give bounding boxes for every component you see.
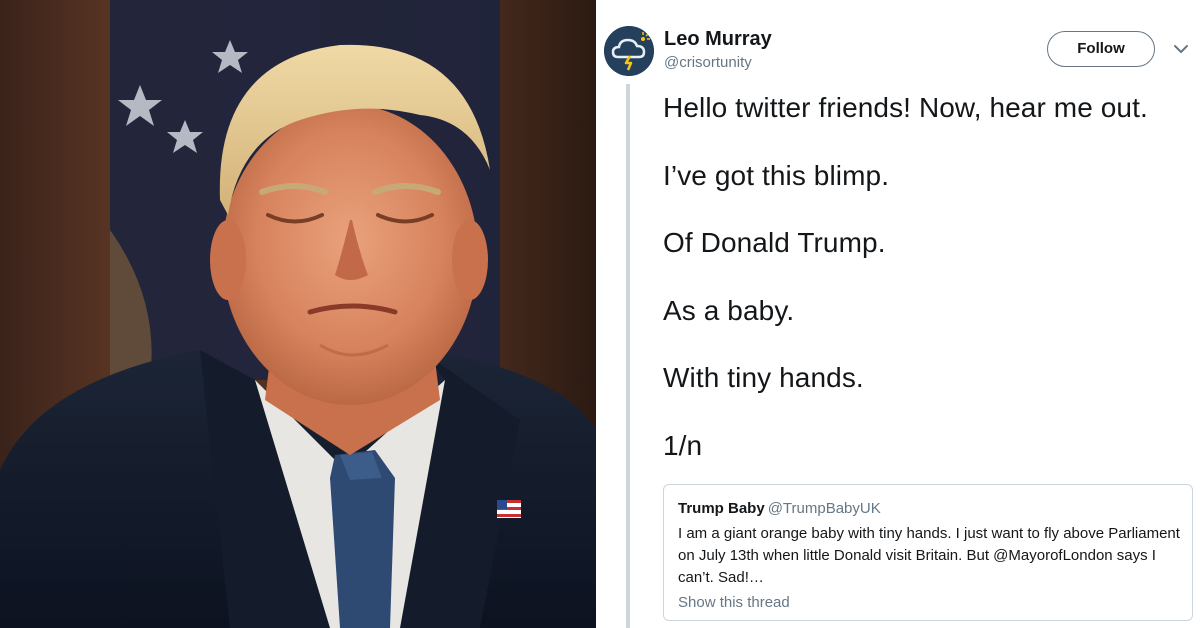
author-handle[interactable]: @crisortunity: [664, 54, 752, 71]
storm-cloud-icon: [604, 26, 654, 76]
flag-pin-icon: [497, 500, 521, 518]
tweet-text-line: 1/n: [663, 430, 703, 461]
follow-button[interactable]: Follow: [1047, 31, 1155, 67]
tweet-card: Leo Murray @crisortunity Follow Hello tw…: [596, 0, 1200, 628]
portrait-illustration: [0, 0, 596, 628]
composite-image: Leo Murray @crisortunity Follow Hello tw…: [0, 0, 1200, 628]
chevron-down-icon[interactable]: [1172, 40, 1190, 58]
tweet-text-line: Hello twitter friends! Now, hear me out.: [663, 92, 1148, 123]
news-photo: [0, 0, 596, 628]
tweet-text-line: As a baby.: [663, 295, 795, 326]
avatar[interactable]: [604, 26, 654, 76]
quoted-tweet-header: Trump Baby @TrumpBabyUK: [678, 499, 1180, 519]
tweet-text-line: I’ve got this blimp.: [663, 160, 890, 191]
tweet-text-line: Of Donald Trump.: [663, 227, 886, 258]
quoted-display-name: Trump Baby: [678, 500, 765, 517]
tweet-text-line: With tiny hands.: [663, 362, 864, 393]
quoted-tweet[interactable]: Trump Baby @TrumpBabyUK I am a giant oran…: [663, 484, 1193, 621]
author-display-name[interactable]: Leo Murray: [664, 28, 772, 51]
thread-connector-line: [626, 84, 630, 628]
quoted-tweet-text: I am a giant orange baby with tiny hands…: [678, 525, 1180, 586]
quoted-handle: @TrumpBabyUK: [767, 500, 881, 517]
show-thread-link[interactable]: Show this thread: [678, 593, 790, 613]
